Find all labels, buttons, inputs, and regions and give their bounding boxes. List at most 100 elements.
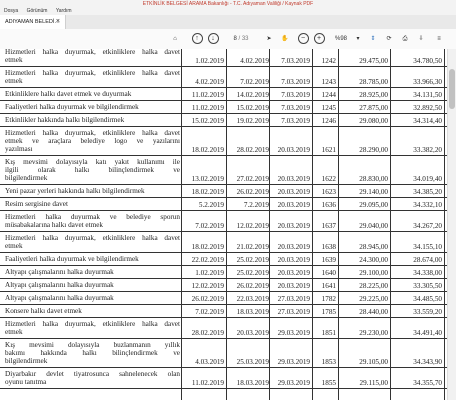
description-line: oyunu tanıtma <box>5 378 47 386</box>
delivery-date: 22.03.2019 <box>236 295 269 303</box>
menu-item-help[interactable]: Yardım <box>56 8 72 14</box>
invoice-date: 4.02.2019 <box>195 78 224 86</box>
delivery-date: 7.02.2019 <box>240 78 269 86</box>
description-line: ilgili olarak halkı bilinçlendirmek ve <box>5 166 180 174</box>
description-line: Hizmetleri halka duyurmak, etkinliklere … <box>5 129 180 137</box>
document-tab[interactable]: ADIYAMAN BELEDİ… × <box>0 15 66 29</box>
vertical-scrollbar[interactable] <box>447 49 456 400</box>
description-line: müsabakalarına halkı davet etmek <box>5 221 103 229</box>
amount-net: 27.875,00 <box>359 104 388 112</box>
table-row: Etkinlikler hakkında halkı bilgilendirme… <box>0 114 447 127</box>
delivery-date: 7.2.2019 <box>243 201 269 209</box>
description-line: Altyapı çalışmalarını halka duyurmak <box>5 281 114 289</box>
document-number: 1785 <box>321 308 336 316</box>
row-description: Hizmetleri halka duyurmak, etkinliklere … <box>5 69 180 85</box>
description-line: Hizmetleri halka duyurmak ve belediye sp… <box>5 213 180 221</box>
amount-total: 33.966,30 <box>413 78 442 86</box>
amount-net: 28.290,00 <box>359 146 388 154</box>
amount-net: 29.225,00 <box>359 295 388 303</box>
amount-total: 34.385,20 <box>413 188 442 196</box>
row-description: Kış mevsimi dolayısıyla buzlanmanın yıll… <box>5 341 180 365</box>
document-number: 1242 <box>321 57 336 65</box>
amount-net: 29.095,00 <box>359 201 388 209</box>
payment-date: 29.03.2019 <box>277 329 310 337</box>
payment-date: 20.03.2019 <box>277 146 310 154</box>
amount-net: 28.785,00 <box>359 78 388 86</box>
invoice-date: 18.02.2019 <box>191 188 224 196</box>
column-divider <box>390 49 391 400</box>
payment-date: 7.03.2019 <box>281 91 310 99</box>
description-line: Diyarbakır devlet tiyatrosunca sahnelene… <box>5 370 180 378</box>
invoice-date: 18.02.2019 <box>191 146 224 154</box>
description-line: Konsere halkı davet etmek <box>5 307 82 315</box>
description-line: Yeni pazar yerleri hakkında halkı bilgil… <box>5 187 145 195</box>
amount-net: 28.440,00 <box>359 308 388 316</box>
payment-date: 20.03.2019 <box>277 175 310 183</box>
amount-total: 34.491,40 <box>413 329 442 337</box>
description-line: etmek ve araçlara belediye logo ve yazıl… <box>5 137 180 145</box>
delivery-date: 25.02.2019 <box>236 256 269 264</box>
invoice-date: 11.02.2019 <box>191 91 224 99</box>
row-description: Etkinlikler hakkında halkı bilgilendirme… <box>5 116 180 124</box>
payment-date: 7.03.2019 <box>281 78 310 86</box>
amount-net: 29.080,00 <box>359 117 388 125</box>
document-number: 1622 <box>321 175 336 183</box>
table-row: Diyarbakır devlet tiyatrosunca sahnelene… <box>0 368 447 389</box>
row-description: Altyapı çalışmalarını halka duyurmak <box>5 268 180 276</box>
row-description: Hizmetleri halka duyurmak, etkinliklere … <box>5 48 180 64</box>
document-number: 1623 <box>321 188 336 196</box>
payment-date: 20.03.2019 <box>277 201 310 209</box>
scrollbar-thumb[interactable] <box>449 69 455 109</box>
description-line: Kış mevsimi dolayısıyla buzlanmanın yıll… <box>5 341 180 349</box>
document-number: 1245 <box>321 104 336 112</box>
description-line: yazılması <box>5 145 33 153</box>
menu-item-file[interactable]: Dosya <box>4 8 18 14</box>
description-line: etmek <box>5 328 23 336</box>
title-bar: ETKİNLİK BELGESİ ARAMA Bakanlığı - T.C. … <box>0 0 456 8</box>
column-divider <box>226 49 227 400</box>
menu-item-view[interactable]: Görünüm <box>27 8 48 14</box>
invoice-date: 1.02.2019 <box>195 269 224 277</box>
amount-total: 34.338,00 <box>413 269 442 277</box>
delivery-date: 26.02.2019 <box>236 282 269 290</box>
payment-date: 7.03.2019 <box>281 104 310 112</box>
description-line: bilgilendirmek <box>5 357 48 365</box>
tab-close-icon[interactable]: × <box>56 15 60 29</box>
amount-total: 34.343,90 <box>413 358 442 366</box>
payment-date: 20.03.2019 <box>277 222 310 230</box>
column-divider <box>312 49 313 400</box>
column-divider <box>181 49 182 400</box>
row-description: Yeni pazar yerleri hakkında halkı bilgil… <box>5 187 180 195</box>
invoice-date: 11.02.2019 <box>191 104 224 112</box>
description-line: Hizmetleri halka duyurmak, etkinliklere … <box>5 69 180 77</box>
payment-date: 20.03.2019 <box>277 243 310 251</box>
delivery-date: 26.02.2019 <box>236 188 269 196</box>
table-row: Kış mevsimi dolayısıyla katı yakıt kulla… <box>0 156 447 185</box>
row-description: Resim sergisine davet <box>5 200 180 208</box>
row-description: Etkinliklere halkı davet etmek ve duyurm… <box>5 90 180 98</box>
page-total: / 33 <box>238 36 249 42</box>
delivery-date: 4.02.2019 <box>240 57 269 65</box>
delivery-date: 28.02.2019 <box>236 146 269 154</box>
invoice-date: 12.02.2019 <box>191 282 224 290</box>
document-number: 1621 <box>321 146 336 154</box>
amount-total: 34.485,50 <box>413 295 442 303</box>
invoice-date: 15.02.2019 <box>191 117 224 125</box>
invoice-date: 7.02.2019 <box>195 222 224 230</box>
table-row: Hizmetleri halka duyurmak, etkinliklere … <box>0 232 447 253</box>
amount-total: 32.892,50 <box>413 104 442 112</box>
delivery-date: 27.02.2019 <box>236 175 269 183</box>
document-number: 1782 <box>321 295 336 303</box>
amount-net: 29.105,00 <box>359 358 388 366</box>
description-line: Hizmetleri halka duyurmak, etkinliklere … <box>5 320 180 328</box>
description-line: Hizmetleri halka duyurmak, etkinliklere … <box>5 48 180 56</box>
page-number-input[interactable]: 8 <box>233 36 236 42</box>
table-row: Hizmetleri halka duyurmak, etkinliklere … <box>0 318 447 339</box>
amount-total: 34.019,40 <box>413 175 442 183</box>
payment-date: 29.03.2019 <box>277 379 310 387</box>
invoice-date: 1.02.2019 <box>195 57 224 65</box>
amount-total: 34.267,20 <box>413 222 442 230</box>
description-line: etmek <box>5 56 23 64</box>
payment-date: 20.03.2019 <box>277 282 310 290</box>
document-number: 1243 <box>321 78 336 86</box>
